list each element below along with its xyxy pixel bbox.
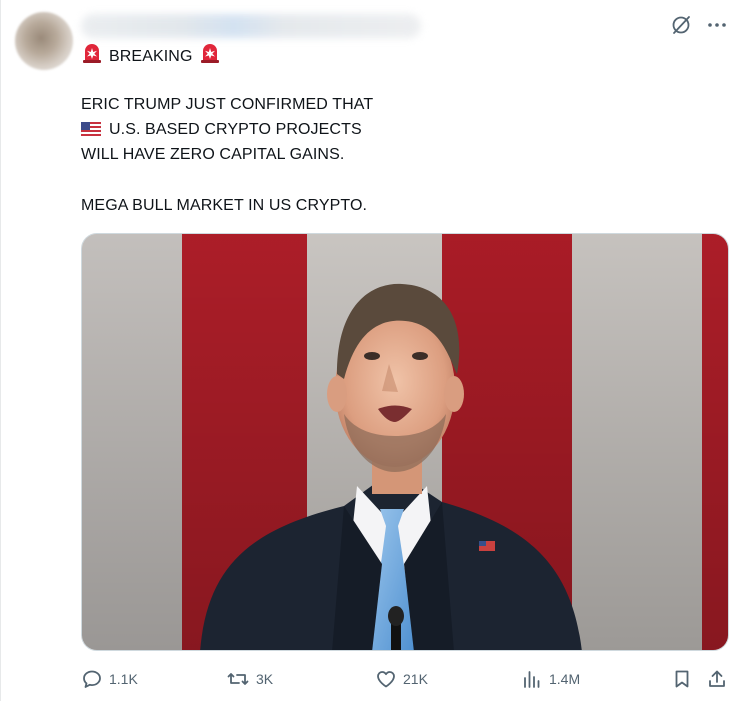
like-count: 21K: [403, 671, 428, 687]
post-actions-bar: 1.1K 3K 21K 1.4M: [81, 668, 729, 696]
post-card: BREAKING ERIC TRUMP JUST CONFIRMED THAT …: [0, 0, 740, 701]
post-text-line-2-text: U.S. BASED CRYPTO PROJECTS: [109, 121, 362, 138]
repost-count: 3K: [256, 671, 274, 687]
siren-emoji-icon: [81, 44, 103, 69]
reply-button[interactable]: 1.1K: [81, 668, 138, 690]
post-text-line-1: ERIC TRUMP JUST CONFIRMED THAT: [81, 96, 374, 113]
views-icon: [521, 668, 543, 690]
share-button[interactable]: [706, 668, 728, 690]
share-icon: [706, 668, 728, 690]
reply-count: 1.1K: [109, 671, 138, 687]
bookmark-icon: [671, 668, 693, 690]
heart-icon: [375, 668, 397, 690]
reply-icon: [81, 668, 103, 690]
views-button[interactable]: 1.4M: [521, 668, 580, 690]
post-image[interactable]: [81, 233, 729, 651]
grok-icon[interactable]: [670, 14, 692, 36]
views-count: 1.4M: [549, 671, 581, 687]
avatar[interactable]: [15, 12, 73, 70]
post-text-line-4: MEGA BULL MARKET IN US CRYPTO.: [81, 197, 368, 214]
author-name-blurred[interactable]: [81, 14, 421, 38]
repost-icon: [226, 668, 250, 690]
repost-button[interactable]: 3K: [226, 668, 273, 690]
post-text-line-2: U.S. BASED CRYPTO PROJECTS: [80, 121, 362, 141]
us-flag-emoji-icon: [80, 121, 102, 141]
siren-emoji-icon: [199, 44, 221, 69]
post-top-actions: [670, 14, 728, 36]
post-text-line-3: WILL HAVE ZERO CAPITAL GAINS.: [81, 146, 345, 163]
breaking-line: BREAKING: [81, 44, 221, 69]
breaking-label: BREAKING: [109, 48, 193, 65]
speaker-photo: [82, 234, 728, 650]
more-icon[interactable]: [706, 14, 728, 36]
like-button[interactable]: 21K: [375, 668, 428, 690]
bookmark-button[interactable]: [671, 668, 693, 690]
